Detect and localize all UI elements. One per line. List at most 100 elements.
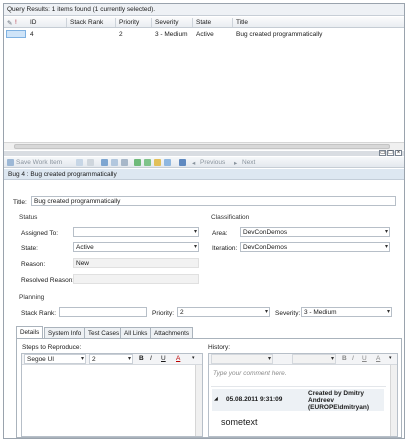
previous-arrow-icon: ◂ [192, 160, 196, 167]
priority-field[interactable]: 2 ▾ [177, 307, 270, 317]
email-icon[interactable] [111, 159, 118, 166]
column-stack-rank[interactable]: Stack Rank [70, 19, 103, 26]
history-comment-input[interactable]: Type your comment here. [213, 370, 287, 377]
font-size-select[interactable]: 2 ▾ [89, 354, 133, 364]
chevron-down-icon[interactable]: ▾ [268, 355, 271, 362]
print-icon[interactable] [121, 159, 128, 166]
tab-all-links[interactable]: All Links [120, 327, 152, 338]
steps-format-toolbar: Segoe UI ▾ 2 ▾ B I U A ▾ [22, 354, 202, 365]
history-font-color-button[interactable]: A [376, 355, 380, 362]
font-name-select[interactable]: Segoe UI ▾ [24, 354, 86, 364]
cell-id: 4 [30, 31, 34, 38]
iteration-label: Iteration: [212, 245, 238, 252]
state-field[interactable]: Active ▾ [73, 242, 199, 252]
history-italic-button[interactable]: I [352, 355, 354, 362]
cell-priority: 2 [119, 31, 123, 38]
table-row[interactable]: 4 2 3 - Medium Active Bug created progra… [4, 29, 404, 39]
history-entry-header[interactable]: ◢ 05.08.2011 9:31:09 Created by Dmitry A… [212, 389, 384, 411]
pane-window-buttons: ▭ □ × [378, 150, 402, 157]
query-results-status: Query Results: 1 items found (1 currentl… [4, 4, 404, 16]
severity-label: Severity: [275, 310, 301, 317]
chevron-down-icon[interactable]: ▾ [128, 355, 131, 362]
history-label: History: [208, 344, 231, 351]
assigned-to-label: Assigned To: [21, 230, 59, 237]
restore-icon[interactable]: ▭ [379, 150, 386, 156]
bug-icon: ! [15, 19, 17, 26]
chevron-down-icon[interactable]: ▾ [331, 355, 334, 362]
chevron-down-icon[interactable]: ▾ [194, 243, 197, 250]
history-font-size-select[interactable]: ▾ [292, 354, 336, 364]
chevron-down-icon[interactable]: ▾ [385, 243, 388, 250]
chevron-down-icon[interactable]: ▾ [265, 308, 268, 315]
resolved-reason-label: Resolved Reason: [21, 277, 75, 284]
history-entry-author: Created by Dmitry Andreev (EUROPE\dmitry… [308, 390, 370, 411]
steps-editor[interactable]: Segoe UI ▾ 2 ▾ B I U A ▾ [21, 353, 203, 437]
severity-field[interactable]: 3 - Medium ▾ [301, 307, 392, 317]
chevron-down-icon[interactable]: ▾ [387, 308, 390, 315]
iteration-field[interactable]: DevConDemos ▾ [240, 242, 390, 252]
maximize-icon[interactable]: □ [387, 150, 394, 156]
column-title[interactable]: Title [236, 19, 248, 26]
history-entry-text: sometext [221, 417, 258, 427]
chevron-down-icon[interactable]: ▾ [194, 228, 197, 235]
title-input[interactable]: Bug created programmatically [31, 196, 396, 206]
next-button[interactable]: Next [242, 159, 255, 166]
area-field[interactable]: DevConDemos ▾ [240, 227, 390, 237]
column-id[interactable]: ID [30, 19, 37, 26]
expand-icon[interactable]: ▾ [192, 355, 195, 361]
row-selector[interactable] [6, 30, 26, 38]
chevron-down-icon[interactable]: ▾ [385, 228, 388, 235]
results-horizontal-scrollbar[interactable] [4, 142, 404, 150]
underline-button[interactable]: U [161, 355, 166, 362]
tab-system-info[interactable]: System Info [44, 327, 86, 338]
steps-vertical-scrollbar[interactable] [195, 365, 202, 436]
collapse-icon[interactable]: ◢ [214, 396, 218, 402]
history-vertical-scrollbar[interactable] [390, 365, 397, 436]
bold-button[interactable]: B [139, 355, 144, 362]
details-tab-panel: Steps to Reproduce: History: Segoe UI ▾ 2… [16, 338, 402, 438]
open-icon[interactable] [164, 159, 171, 166]
cell-title: Bug created programmatically [236, 31, 323, 38]
work-item-window: Query Results: 1 items found (1 currentl… [3, 3, 405, 439]
tab-details[interactable]: Details [16, 326, 44, 338]
refresh-icon[interactable] [76, 159, 83, 166]
edit-icon: ✎ [7, 20, 13, 27]
column-priority[interactable]: Priority [119, 19, 139, 26]
history-format-toolbar: ▾ ▾ B I U A ▾ [209, 354, 397, 365]
priority-label: Priority: [152, 310, 175, 317]
stack-rank-input[interactable] [59, 307, 147, 317]
save-icon [7, 159, 14, 166]
next-arrow-icon: ▸ [234, 160, 238, 167]
close-icon[interactable]: × [395, 150, 402, 156]
assigned-to-field[interactable]: ▾ [73, 227, 199, 237]
chevron-down-icon[interactable]: ▾ [81, 355, 84, 362]
classification-section-heading: Classification [211, 214, 250, 221]
column-state[interactable]: State [196, 19, 211, 26]
scrollbar-thumb[interactable] [14, 144, 390, 149]
column-severity[interactable]: Severity [155, 19, 178, 26]
undo-icon[interactable] [87, 159, 94, 166]
attach-icon[interactable] [154, 159, 161, 166]
italic-button[interactable]: I [150, 355, 152, 362]
history-bold-button[interactable]: B [342, 355, 347, 362]
copy-icon[interactable] [101, 159, 108, 166]
history-font-name-select[interactable]: ▾ [211, 354, 273, 364]
history-editor: ▾ ▾ B I U A ▾ Type your comment here. ◢ … [208, 353, 398, 437]
new-linked-item-icon[interactable] [134, 159, 141, 166]
pane-splitter[interactable] [4, 151, 404, 156]
query-icon[interactable] [179, 159, 186, 166]
area-label: Area: [212, 230, 228, 237]
font-color-button[interactable]: A [176, 355, 180, 362]
tab-test-cases[interactable]: Test Cases [84, 327, 124, 338]
link-icon[interactable] [144, 159, 151, 166]
stack-rank-label: Stack Rank: [21, 310, 57, 317]
cell-severity: 3 - Medium [155, 31, 188, 38]
state-label: State: [21, 245, 38, 252]
reason-field: New [73, 258, 199, 268]
history-underline-button[interactable]: U [362, 355, 367, 362]
previous-button[interactable]: Previous [200, 159, 225, 166]
history-expand-icon[interactable]: ▾ [389, 355, 392, 361]
save-work-item-button[interactable]: Save Work Item [16, 159, 62, 166]
resolved-reason-field [73, 274, 199, 284]
tab-attachments[interactable]: Attachments [150, 327, 193, 338]
